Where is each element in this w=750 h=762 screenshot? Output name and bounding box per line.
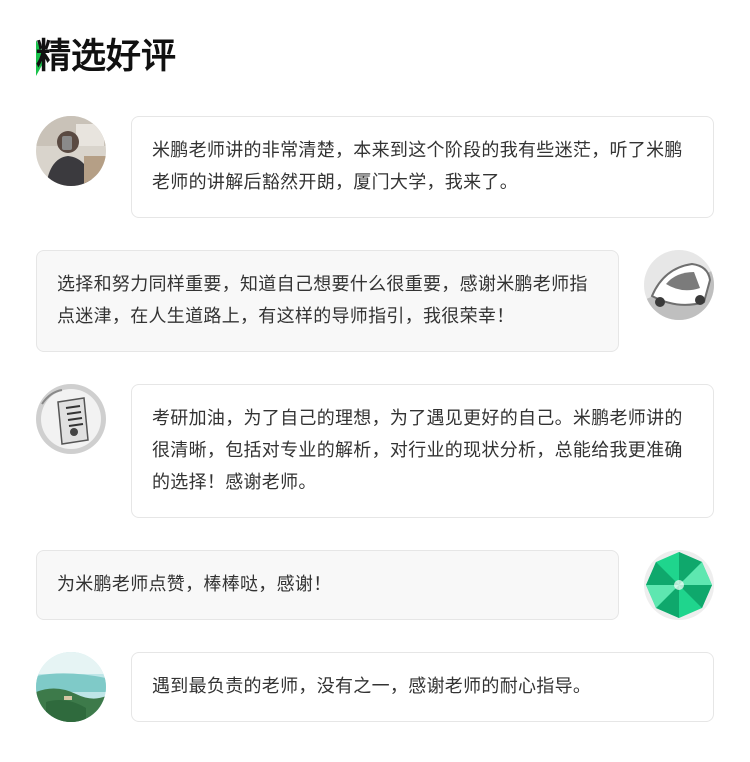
review-bubble: 选择和努力同样重要，知道自己想要什么很重要，感谢米鹏老师指点迷津，在人生道路上，… xyxy=(36,250,619,352)
review-item: 考研加油，为了自己的理想，为了遇见更好的自己。米鹏老师讲的很清晰，包括对专业的解… xyxy=(36,384,714,518)
review-bubble: 为米鹏老师点赞，棒棒哒，感谢！ xyxy=(36,550,619,620)
sketch-photo-avatar-icon xyxy=(36,384,106,454)
section-title: 精选好评 xyxy=(36,37,177,77)
review-bubble: 考研加油，为了自己的理想，为了遇见更好的自己。米鹏老师讲的很清晰，包括对专业的解… xyxy=(131,384,714,518)
review-text: 选择和努力同样重要，知道自己想要什么很重要，感谢米鹏老师指点迷津，在人生道路上，… xyxy=(57,274,588,327)
review-item: 遇到最负责的老师，没有之一，感谢老师的耐心指导。 xyxy=(36,652,714,722)
review-item: 为米鹏老师点赞，棒棒哒，感谢！ xyxy=(36,550,714,620)
car-photo-avatar-icon xyxy=(644,250,714,320)
review-item: 米鹏老师讲的非常清楚，本来到这个阶段的我有些迷茫，听了米鹏老师的讲解后豁然开朗，… xyxy=(36,116,714,218)
review-bubble: 遇到最负责的老师，没有之一，感谢老师的耐心指导。 xyxy=(131,652,714,722)
person-photo-avatar-icon xyxy=(36,116,106,186)
review-text: 遇到最负责的老师，没有之一，感谢老师的耐心指导。 xyxy=(152,676,592,697)
landscape-photo-avatar-icon xyxy=(36,652,106,722)
review-text: 考研加油，为了自己的理想，为了遇见更好的自己。米鹏老师讲的很清晰，包括对专业的解… xyxy=(152,408,683,493)
review-item: 选择和努力同样重要，知道自己想要什么很重要，感谢米鹏老师指点迷津，在人生道路上，… xyxy=(36,250,714,352)
green-geometric-avatar-icon xyxy=(644,550,714,620)
review-text: 米鹏老师讲的非常清楚，本来到这个阶段的我有些迷茫，听了米鹏老师的讲解后豁然开朗，… xyxy=(152,140,683,193)
review-text: 为米鹏老师点赞，棒棒哒，感谢！ xyxy=(57,574,332,595)
review-bubble: 米鹏老师讲的非常清楚，本来到这个阶段的我有些迷茫，听了米鹏老师的讲解后豁然开朗，… xyxy=(131,116,714,218)
